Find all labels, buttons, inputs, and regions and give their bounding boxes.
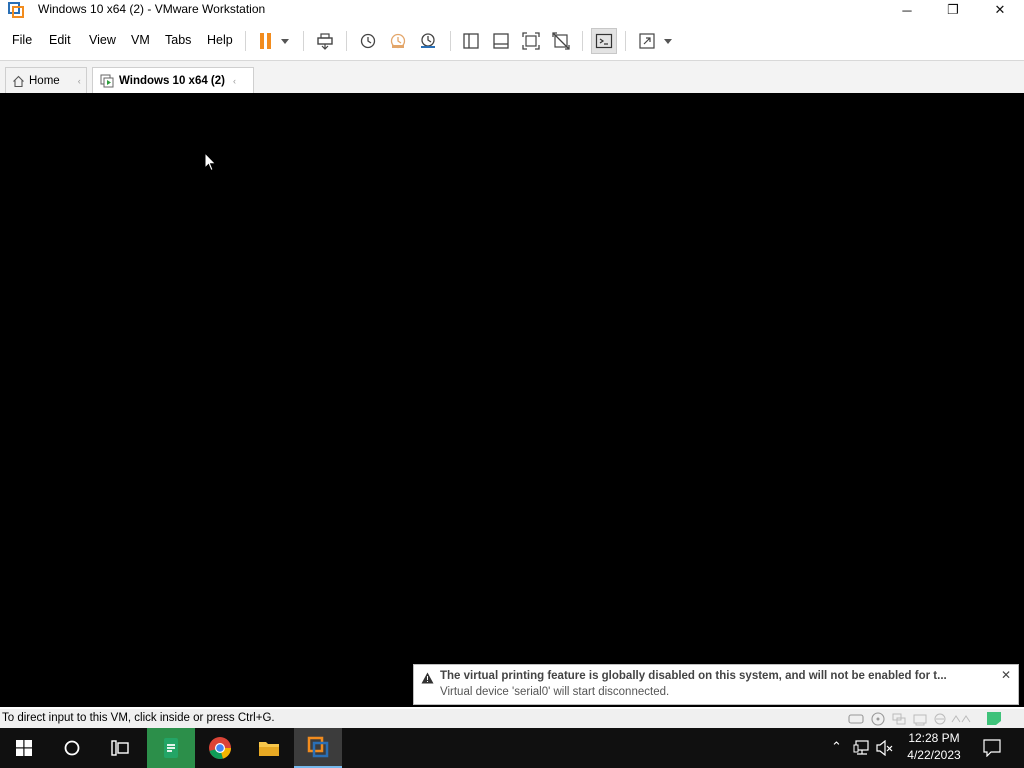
tab-vm-label: Windows 10 x64 (2): [119, 75, 225, 87]
tab-home[interactable]: Home ‹: [5, 67, 87, 94]
show-library-icon[interactable]: [460, 30, 482, 52]
snapshot-icon[interactable]: [357, 30, 379, 52]
start-button[interactable]: [0, 728, 48, 768]
task-view-button[interactable]: [96, 728, 144, 768]
sheets-app-button[interactable]: [147, 728, 195, 768]
tab-vm[interactable]: Windows 10 x64 (2) ‹: [92, 67, 254, 94]
action-center-icon[interactable]: [983, 739, 1001, 757]
warning-icon: [421, 672, 434, 684]
title-bar[interactable]: Windows 10 x64 (2) - VMware Workstation …: [0, 0, 1024, 20]
vm-tab-icon: [100, 74, 114, 88]
task-view-icon: [111, 740, 129, 756]
chrome-icon: [209, 737, 232, 759]
menu-tabs[interactable]: Tabs: [165, 33, 191, 47]
notification-title: The virtual printing feature is globally…: [440, 670, 947, 682]
message-log-icon[interactable]: [986, 711, 1002, 726]
notification-close-button[interactable]: ✕: [1001, 668, 1011, 682]
folder-icon: [259, 742, 279, 756]
clock-date: 4/22/2023: [907, 748, 961, 762]
unity-icon[interactable]: [550, 30, 572, 52]
clock-time: 12:28 PM: [908, 731, 960, 745]
notification-banner: The virtual printing feature is globally…: [413, 664, 1019, 705]
status-bar: To direct input to this VM, click inside…: [0, 709, 1024, 728]
toolbar-separator: [625, 31, 626, 51]
show-hidden-icons-chevron-icon[interactable]: ⌃: [831, 739, 842, 755]
pause-icon[interactable]: [255, 30, 277, 52]
home-icon: [13, 75, 24, 87]
tab-close-icon[interactable]: ‹: [78, 76, 81, 86]
full-screen-icon[interactable]: [520, 30, 542, 52]
toolbar-separator: [346, 31, 347, 51]
vmware-window: Windows 10 x64 (2) - VMware Workstation …: [0, 0, 1024, 728]
console-view-icon[interactable]: [591, 28, 617, 54]
windows-logo-icon: [16, 740, 32, 756]
menu-file[interactable]: File: [12, 33, 32, 47]
search-circle-icon: [64, 740, 80, 756]
thumbnail-bar-icon[interactable]: [490, 30, 512, 52]
menu-edit[interactable]: Edit: [49, 33, 71, 47]
revert-snapshot-icon[interactable]: [387, 30, 409, 52]
minimize-button[interactable]: ─: [884, 0, 930, 20]
window-title: Windows 10 x64 (2) - VMware Workstation: [38, 2, 266, 16]
snapshot-manager-icon[interactable]: [417, 30, 439, 52]
sheets-icon: [164, 738, 178, 758]
menu-vm[interactable]: VM: [131, 33, 150, 47]
volume-muted-icon[interactable]: [876, 740, 894, 756]
toolbar-separator: [245, 31, 246, 51]
status-text: To direct input to this VM, click inside…: [2, 712, 275, 724]
menu-bar: File Edit View VM Tabs Help: [0, 26, 1024, 56]
mouse-cursor-icon: [204, 152, 217, 172]
vmware-icon: [307, 736, 329, 758]
toolbar-separator: [303, 31, 304, 51]
dropdown-arrow-icon[interactable]: [660, 30, 676, 52]
tab-home-label: Home: [29, 75, 60, 87]
network-icon[interactable]: [853, 740, 871, 756]
taskbar: ⌃ 12:28 PM 4/22/2023: [0, 728, 1024, 768]
menu-help[interactable]: Help: [207, 33, 233, 47]
tab-strip: Home ‹ Windows 10 x64 (2) ‹: [0, 60, 1024, 94]
toolbar-separator: [582, 31, 583, 51]
vm-console[interactable]: [0, 93, 1024, 707]
menu-view[interactable]: View: [89, 33, 116, 47]
notification-message: Virtual device 'serial0' will start disc…: [440, 686, 670, 698]
tab-close-icon[interactable]: ‹: [233, 76, 236, 86]
chrome-button[interactable]: [196, 728, 244, 768]
close-button[interactable]: ✕: [977, 0, 1023, 20]
device-status-icons[interactable]: [848, 712, 978, 726]
stretch-icon[interactable]: [636, 30, 658, 52]
dropdown-arrow-icon[interactable]: [277, 30, 293, 52]
vmware-taskbar-button[interactable]: [294, 728, 342, 768]
system-clock[interactable]: 12:28 PM 4/22/2023: [898, 730, 970, 764]
search-button[interactable]: [48, 728, 96, 768]
file-explorer-button[interactable]: [245, 728, 293, 768]
send-ctrl-alt-del-icon[interactable]: [314, 30, 336, 52]
restore-button[interactable]: ❐: [930, 0, 976, 20]
vmware-app-icon: [8, 2, 24, 18]
toolbar-separator: [450, 31, 451, 51]
